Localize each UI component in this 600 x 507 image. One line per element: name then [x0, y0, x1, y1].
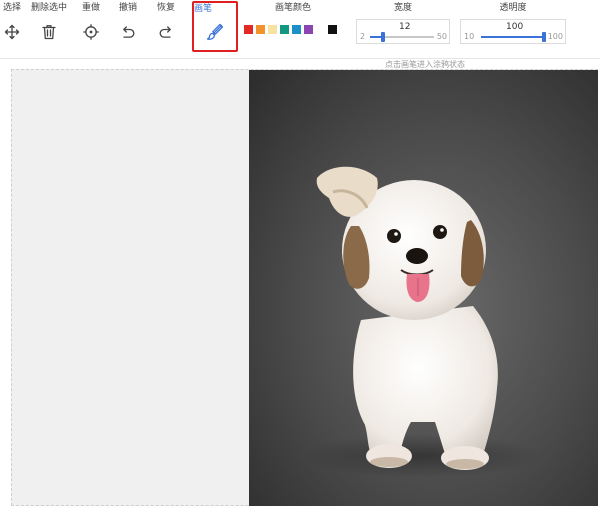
color-swatch[interactable] [256, 25, 265, 34]
color-swatch[interactable] [244, 25, 253, 34]
width-slider-track[interactable] [370, 32, 434, 42]
crosshair-icon [83, 24, 99, 40]
select-label: 选择 [2, 3, 21, 13]
trash-icon [42, 25, 56, 40]
opacity-slider-box: 100 10 100 [460, 19, 566, 44]
color-swatch[interactable] [292, 25, 301, 34]
brush-color-picker: 画笔颜色 [240, 0, 346, 34]
width-value: 12 [399, 22, 411, 32]
color-swatch[interactable] [316, 25, 325, 34]
color-swatch[interactable] [328, 25, 337, 34]
brush-tool[interactable]: 画笔 [192, 1, 238, 52]
delete-selected-label: 删除选中 [30, 3, 67, 13]
dog-photo[interactable] [249, 70, 598, 506]
redo-tool[interactable]: 重做 [78, 0, 104, 40]
restore-tool[interactable]: 恢复 [150, 0, 182, 40]
color-swatch[interactable] [280, 25, 289, 34]
redo-label: 重做 [81, 3, 100, 13]
undo-tool[interactable]: 撤销 [114, 0, 142, 40]
brush-label: 画笔 [194, 4, 213, 14]
toolbar-divider [0, 58, 600, 59]
opacity-value: 100 [506, 22, 524, 32]
opacity-slider-thumb[interactable] [542, 32, 546, 42]
width-slider-box: 12 2 50 [356, 19, 450, 44]
opacity-min: 10 [464, 32, 475, 41]
width-min: 2 [360, 32, 366, 41]
opacity-max: 100 [547, 32, 563, 41]
toolbar: 选择 删除选中 重做 撤销 恢复 画笔 画笔颜色 宽度 12 2 50 透明度 … [0, 0, 600, 58]
canvas-hint: 点击画笔进入涂鸦状态 [385, 60, 465, 69]
width-slider-thumb[interactable] [381, 32, 386, 42]
width-label: 宽度 [393, 3, 412, 13]
brush-color-label: 画笔颜色 [274, 3, 311, 13]
color-swatch[interactable] [304, 25, 313, 34]
opacity-slider-fill [481, 36, 544, 38]
opacity-label: 透明度 [499, 3, 527, 13]
delete-selected-tool[interactable]: 删除选中 [28, 0, 70, 40]
undo-arrow-icon [123, 26, 135, 38]
width-max: 50 [436, 32, 447, 41]
color-swatches [244, 25, 337, 34]
opacity-slider-track[interactable] [481, 32, 546, 42]
select-tool[interactable]: 选择 [0, 0, 24, 40]
color-swatch[interactable] [268, 25, 277, 34]
redo-arrow-icon [159, 26, 171, 38]
brush-icon [206, 23, 224, 40]
move-icon [4, 24, 20, 40]
restore-label: 恢复 [156, 3, 175, 13]
undo-label: 撤销 [118, 3, 137, 13]
